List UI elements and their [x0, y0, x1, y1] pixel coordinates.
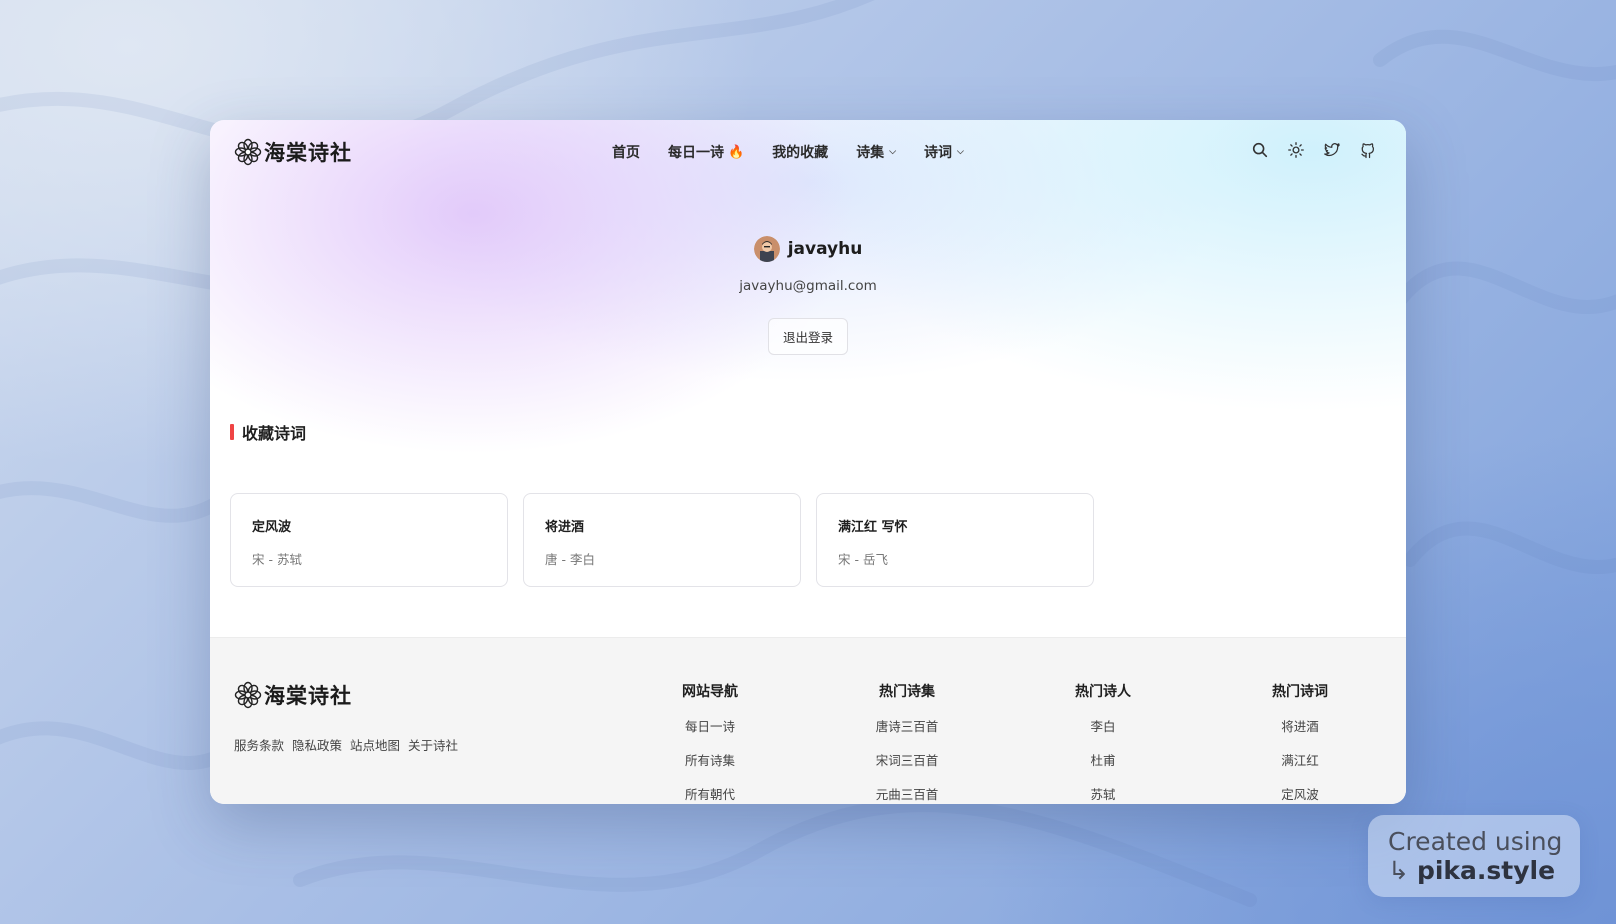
brand-name: 海棠诗社 — [264, 141, 352, 165]
footer-col-link[interactable]: 苏轼 — [1043, 784, 1163, 803]
favorites-list: 定风波 宋 - 苏轼 将进酒 唐 - 李白 满江红 写怀 宋 - 岳飞 — [230, 493, 1094, 587]
user-row: javayhu — [210, 236, 1406, 262]
poem-author: 宋 - 苏轼 — [252, 552, 302, 567]
footer-col-link[interactable]: 满江红 — [1240, 750, 1360, 769]
footer-col-link[interactable]: 杜甫 — [1043, 750, 1163, 769]
user-email: javayhu@gmail.com — [739, 278, 877, 294]
chevron-down-icon: ⌵ — [957, 147, 964, 157]
nav-collections-label: 诗集 — [856, 145, 885, 161]
footer-brand[interactable]: 海棠诗社 — [234, 680, 352, 710]
accent-bar — [230, 424, 234, 440]
nav-poems-label: 诗词 — [924, 145, 953, 161]
footer-col-title: 热门诗人 — [1075, 684, 1131, 700]
github-link[interactable] — [1358, 140, 1378, 160]
pika-watermark: Created using ↳ pika.style — [1368, 815, 1580, 897]
footer-col-hot-poems: 热门诗词 将进酒 满江红 定风波 — [1240, 681, 1360, 803]
poem-title: 定风波 — [252, 520, 292, 535]
nav-home-label: 首页 — [612, 145, 640, 161]
fire-icon: 🔥 — [728, 144, 745, 160]
sun-icon — [1288, 142, 1304, 158]
footer-link-about[interactable]: 关于诗社 — [408, 735, 458, 754]
twitter-link[interactable] — [1322, 140, 1342, 160]
footer-col-link[interactable]: 每日一诗 — [650, 716, 770, 735]
watermark-line2: ↳ pika.style — [1388, 856, 1580, 886]
footer-col-title: 网站导航 — [682, 684, 738, 700]
watermark-brand: pika.style — [1416, 856, 1556, 885]
nav-home[interactable]: 首页 — [612, 142, 640, 162]
theme-toggle-button[interactable] — [1286, 140, 1306, 160]
flower-logo-icon — [234, 138, 262, 166]
main-nav: 首页 每日一诗 🔥 我的收藏 诗集 ⌵ 诗词 ⌵ — [612, 142, 964, 162]
poem-title: 满江红 写怀 — [838, 520, 908, 535]
footer-col-link[interactable]: 宋词三百首 — [847, 750, 967, 769]
poem-card[interactable]: 将进酒 唐 - 李白 — [523, 493, 801, 587]
footer-links: 服务条款 隐私政策 站点地图 关于诗社 — [234, 735, 458, 754]
footer-col-link[interactable]: 唐诗三百首 — [847, 716, 967, 735]
poem-author: 宋 - 岳飞 — [838, 552, 888, 567]
footer-col-title: 热门诗词 — [1272, 684, 1328, 700]
brand-logo[interactable]: 海棠诗社 — [234, 137, 352, 167]
nav-daily-poem-label: 每日一诗 — [668, 145, 724, 161]
footer-col-link[interactable]: 李白 — [1043, 716, 1163, 735]
username: javayhu — [787, 239, 863, 259]
return-arrow-icon: ↳ — [1388, 856, 1409, 885]
footer-col-link[interactable]: 定风波 — [1240, 784, 1360, 803]
header-tools — [1250, 140, 1378, 160]
site-header: 海棠诗社 首页 每日一诗 🔥 我的收藏 诗集 ⌵ 诗词 ⌵ — [210, 120, 1406, 184]
twitter-icon — [1324, 143, 1340, 156]
nav-poems[interactable]: 诗词 ⌵ — [924, 142, 964, 162]
nav-collections[interactable]: 诗集 ⌵ — [856, 142, 896, 162]
search-icon — [1252, 142, 1268, 158]
poem-card[interactable]: 满江红 写怀 宋 - 岳飞 — [816, 493, 1094, 587]
nav-favorites[interactable]: 我的收藏 — [772, 142, 828, 162]
logout-button[interactable]: 退出登录 — [767, 318, 848, 355]
footer-link-sitemap[interactable]: 站点地图 — [350, 735, 400, 754]
flower-logo-icon — [234, 681, 262, 709]
footer-col-site-nav: 网站导航 每日一诗 所有诗集 所有朝代 — [650, 681, 770, 803]
footer-col-link[interactable]: 所有朝代 — [650, 784, 770, 803]
chevron-down-icon: ⌵ — [889, 147, 897, 157]
watermark-line1: Created using — [1388, 827, 1563, 856]
footer-col-link[interactable]: 将进酒 — [1240, 716, 1360, 735]
footer-col-title: 热门诗集 — [879, 684, 935, 700]
site-footer: 海棠诗社 服务条款 隐私政策 站点地图 关于诗社 网站导航 每日一诗 所有诗集 … — [210, 637, 1406, 804]
nav-favorites-label: 我的收藏 — [772, 145, 829, 161]
footer-link-terms[interactable]: 服务条款 — [234, 735, 284, 754]
favorites-heading: 收藏诗词 — [230, 420, 306, 444]
search-button[interactable] — [1250, 140, 1270, 160]
poem-card[interactable]: 定风波 宋 - 苏轼 — [230, 493, 508, 587]
poem-title: 将进酒 — [545, 520, 585, 535]
nav-daily-poem[interactable]: 每日一诗 🔥 — [668, 142, 744, 162]
footer-link-privacy[interactable]: 隐私政策 — [292, 735, 342, 754]
favorites-title: 收藏诗词 — [242, 424, 307, 443]
github-icon — [1361, 143, 1375, 159]
footer-col-hot-poets: 热门诗人 李白 杜甫 苏轼 — [1043, 681, 1163, 803]
footer-col-hot-collections: 热门诗集 唐诗三百首 宋词三百首 元曲三百首 — [847, 681, 967, 803]
footer-col-link[interactable]: 元曲三百首 — [847, 784, 967, 803]
user-profile: javayhu javayhu@gmail.com 退出登录 — [210, 236, 1406, 355]
footer-brand-name: 海棠诗社 — [264, 684, 352, 708]
avatar — [753, 236, 780, 262]
poem-author: 唐 - 李白 — [545, 552, 595, 567]
browser-window: 海棠诗社 首页 每日一诗 🔥 我的收藏 诗集 ⌵ 诗词 ⌵ javayhu ja… — [210, 120, 1406, 804]
footer-col-link[interactable]: 所有诗集 — [650, 750, 770, 769]
